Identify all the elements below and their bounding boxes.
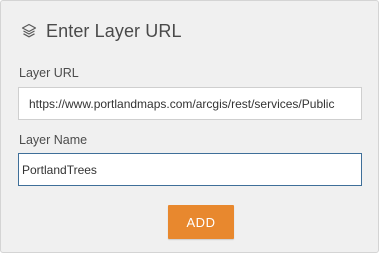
layer-url-input[interactable] [18,87,362,120]
layer-name-input[interactable] [18,153,362,186]
layers-icon [19,21,39,41]
add-layer-panel: Enter Layer URL Layer URL Layer Name ADD [0,0,379,253]
panel-title: Enter Layer URL [46,20,182,41]
add-button[interactable]: ADD [168,205,234,239]
layer-name-label: Layer Name [19,133,88,147]
layer-url-label: Layer URL [19,66,79,80]
panel-header: Enter Layer URL [19,18,182,44]
